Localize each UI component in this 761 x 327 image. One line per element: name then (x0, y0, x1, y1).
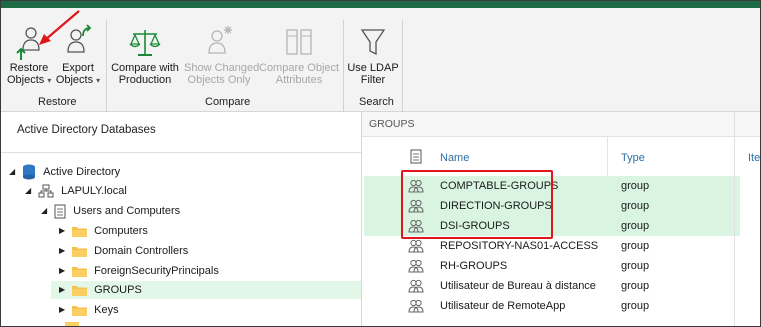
column-divider (734, 112, 735, 326)
tree-item-label: Domain Controllers (94, 245, 189, 258)
tree-item-groups[interactable]: ▶ GROUPS (51, 281, 361, 299)
list-item-type: group (621, 180, 650, 192)
domain-icon (38, 184, 54, 198)
use-ldap-filter-button[interactable]: Use LDAP Filter (347, 24, 399, 86)
restore-objects-label-2: Objects (7, 74, 45, 86)
tree-item-keys[interactable]: ▶ Keys (59, 301, 119, 319)
list-item-name: Utilisateur de RemoteApp (440, 300, 566, 312)
breadcrumb-label: GROUPS (369, 118, 415, 130)
tree-item-label: Keys (94, 304, 119, 317)
expand-toggle-icon[interactable]: ▶ (59, 262, 69, 280)
use-ldap-filter-label-1: Use LDAP (347, 62, 399, 74)
folder-icon (72, 306, 88, 317)
app-window: Restore Objects ▾ Export Objects ▾ Resto… (0, 0, 761, 327)
export-objects-label-1: Export (62, 62, 94, 74)
compare-object-attributes-label-2: Attributes (275, 74, 323, 86)
expand-toggle-icon[interactable]: ▶ (59, 242, 69, 260)
column-header-extra[interactable]: Ite (748, 138, 760, 178)
list-item-type: group (621, 240, 650, 252)
compare-object-attributes-button[interactable]: Compare Object Attributes (259, 24, 339, 86)
export-objects-button[interactable]: Export Objects ▾ (55, 24, 101, 87)
group-divider (343, 20, 344, 112)
compare-with-production-button[interactable]: Compare with Production (111, 24, 179, 86)
tree-item-active-directory[interactable]: ◢ Active Directory (9, 163, 120, 181)
tree-item-computers[interactable]: ▶ Computers (59, 222, 148, 240)
breadcrumb: GROUPS (362, 112, 760, 137)
restore-objects-label-1: Restore (9, 62, 49, 74)
database-icon (23, 164, 36, 180)
list-item-name: Utilisateur de Bureau à distance (440, 280, 596, 292)
compare-with-production-label-1: Compare with (111, 62, 179, 74)
list-item-type: group (621, 200, 650, 212)
export-objects-label-2: Objects (55, 74, 94, 86)
folder-icon (72, 267, 88, 278)
group-label-restore: Restore (38, 96, 77, 108)
annotation-highlight-box (401, 170, 553, 239)
scales-icon (129, 30, 161, 56)
tree-item-label: Active Directory (43, 166, 121, 179)
container-icon (54, 204, 66, 219)
expand-toggle-icon[interactable]: ▶ (59, 222, 69, 240)
column-divider[interactable] (607, 136, 608, 180)
list-item[interactable]: RH-GROUPS group (364, 256, 740, 276)
column-icon (410, 149, 422, 164)
chevron-down-icon: ▾ (96, 76, 101, 85)
tree-item-label: GROUPS (94, 284, 142, 297)
use-ldap-filter-label-2: Filter (360, 74, 386, 86)
ribbon: Restore Objects ▾ Export Objects ▾ Resto… (1, 8, 760, 112)
list-item[interactable]: Utilisateur de RemoteApp group (364, 296, 740, 316)
user-changed-icon (208, 26, 232, 54)
folder-icon (72, 227, 88, 238)
user-export-icon (67, 24, 92, 53)
expand-toggle-icon[interactable]: ◢ (9, 163, 19, 181)
tree-item-lapuly-local[interactable]: ◢ LAPULY.local (25, 182, 127, 200)
tree-item-label: Users and Computers (73, 205, 181, 218)
folder-icon (72, 247, 88, 258)
databases-panel: Active Directory Databases ◢ Active Dire… (1, 112, 362, 326)
divider (1, 152, 361, 153)
show-changed-objects-only-button[interactable]: Show Changed Objects Only (184, 24, 260, 86)
group-label-search: Search (359, 96, 394, 108)
chevron-down-icon: ▾ (47, 76, 52, 85)
expand-toggle-icon[interactable]: ▶ (59, 301, 69, 319)
tree-item-label: Computers (94, 225, 148, 238)
expand-toggle-icon[interactable]: ◢ (25, 182, 35, 200)
compare-object-attributes-label-1: Compare Object (259, 62, 340, 74)
list-item[interactable]: REPOSITORY-NAS01-ACCESS group (364, 236, 740, 256)
list-item-name: RH-GROUPS (440, 260, 508, 272)
list-item[interactable]: Utilisateur de Bureau à distance group (364, 276, 740, 296)
group-divider (106, 20, 107, 112)
show-changed-label-2: Objects Only (187, 74, 251, 86)
group-divider (402, 20, 403, 112)
folder-icon (65, 322, 79, 326)
compare-columns-icon (286, 29, 312, 55)
tree-item-domain-controllers[interactable]: ▶ Domain Controllers (59, 242, 188, 260)
expand-toggle-icon[interactable]: ▶ (59, 281, 69, 299)
title-bar (1, 1, 760, 8)
group-label-compare: Compare (205, 96, 251, 108)
tree-item-label: ForeignSecurityPrincipals (94, 265, 219, 278)
tree-item-foreign-security-principals[interactable]: ▶ ForeignSecurityPrincipals (59, 262, 219, 280)
list-item-type: group (621, 280, 650, 292)
show-changed-label-1: Show Changed (184, 62, 260, 74)
folder-icon (72, 286, 88, 297)
panel-title: Active Directory Databases (17, 124, 156, 136)
filter-icon (360, 29, 386, 56)
tree-item-label: LAPULY.local (61, 185, 127, 198)
tree-item-users-and-computers[interactable]: ◢ Users and Computers (41, 202, 180, 220)
list-item-name: REPOSITORY-NAS01-ACCESS (440, 240, 599, 252)
list-item-type: group (621, 300, 650, 312)
compare-with-production-label-2: Production (118, 74, 172, 86)
column-header-type[interactable]: Type (621, 138, 645, 178)
expand-toggle-icon[interactable]: ◢ (41, 202, 51, 220)
group-icon (408, 298, 424, 321)
list-item-type: group (621, 260, 650, 272)
list-item-type: group (621, 220, 650, 232)
